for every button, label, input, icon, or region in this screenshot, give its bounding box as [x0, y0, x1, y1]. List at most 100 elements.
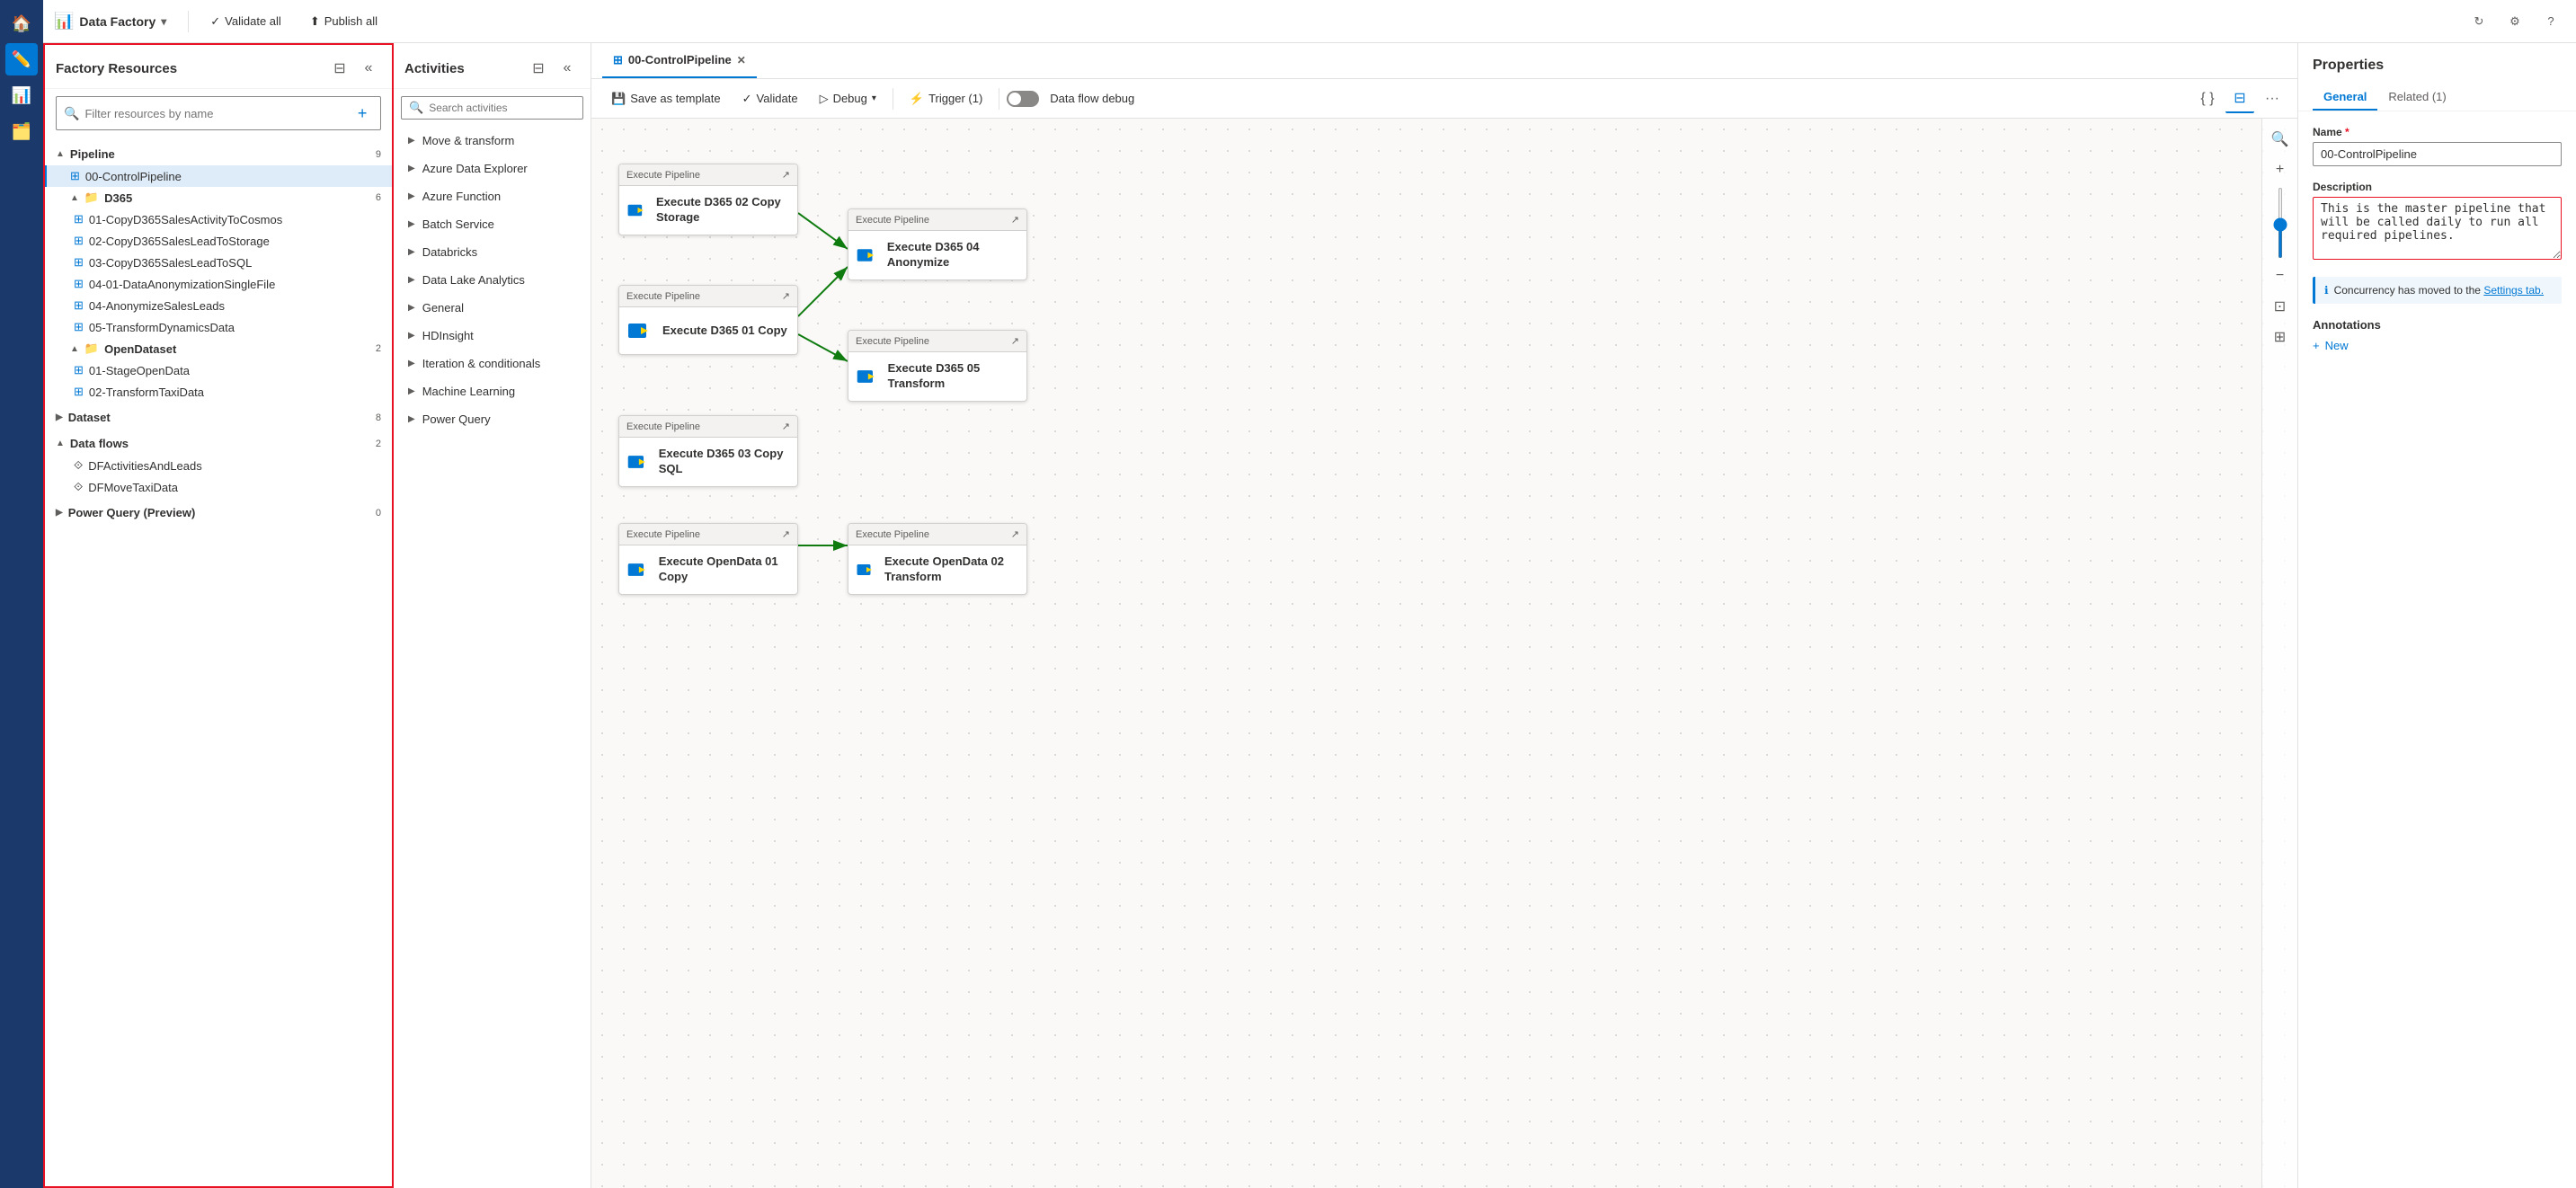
node-label: Execute D365 01 Copy	[662, 324, 787, 339]
pipeline-item-02[interactable]: ⊞ 02-CopyD365SalesLeadToStorage	[63, 230, 392, 252]
validate-all-btn[interactable]: ✓ Validate all	[203, 11, 289, 32]
nav-author[interactable]: ✏️	[5, 43, 38, 75]
d365-folder-header[interactable]: ▲ 📁 D365 6	[45, 187, 392, 208]
dataflow-item-1[interactable]: ⟐ DFActivitiesAndLeads	[63, 455, 392, 476]
node-header-label: Execute Pipeline	[626, 529, 700, 540]
node-exec-d365-01[interactable]: Execute Pipeline ↗ Execute D365 01 Copy	[618, 285, 798, 355]
prop-tab-related[interactable]: Related (1)	[2377, 84, 2456, 111]
name-input[interactable]	[2313, 142, 2562, 166]
help-btn[interactable]: ?	[2536, 7, 2565, 36]
tab-label: 00-ControlPipeline	[628, 53, 732, 66]
validate-label: Validate	[757, 92, 798, 105]
activities-search-input[interactable]	[429, 102, 575, 114]
activity-databricks[interactable]: ▶ Databricks	[394, 238, 591, 266]
data-flow-debug-toggle[interactable]	[1007, 91, 1039, 107]
node-header-label: Execute Pipeline	[856, 336, 929, 347]
collapse-all-btn[interactable]: ⊟	[327, 56, 352, 81]
activities-collapse-btn[interactable]: ⊟	[526, 56, 551, 81]
activity-azure-function[interactable]: ▶ Azure Function	[394, 182, 591, 210]
add-resource-btn[interactable]: +	[351, 101, 373, 126]
external-link-icon[interactable]: ↗	[1011, 335, 1019, 347]
resource-search-input[interactable]	[84, 107, 346, 120]
pipeline-item-05[interactable]: ⊞ 05-TransformDynamicsData	[63, 316, 392, 338]
pipeline-item-04-01[interactable]: ⊞ 04-01-DataAnonymizationSingleFile	[63, 273, 392, 295]
pipeline-tab-control[interactable]: ⊞ 00-ControlPipeline ✕	[602, 43, 757, 78]
activity-ml[interactable]: ▶ Machine Learning	[394, 377, 591, 405]
dataflow-item-2[interactable]: ⟐ DFMoveTaxiData	[63, 476, 392, 498]
tab-close-btn[interactable]: ✕	[737, 54, 746, 66]
node-header: Execute Pipeline ↗	[848, 209, 1026, 231]
node-exec-d365-02[interactable]: Execute Pipeline ↗ Execute D365 02 Copy …	[618, 164, 798, 235]
opendata-folder-header[interactable]: ▲ 📁 OpenDataset 2	[45, 338, 392, 359]
pipeline-item-taxi[interactable]: ⊞ 02-TransformTaxiData	[63, 381, 392, 403]
canvas-view-btn[interactable]: ⊟	[2225, 84, 2254, 113]
trigger-btn[interactable]: ⚡ Trigger (1)	[901, 87, 991, 111]
node-header-label: Execute Pipeline	[856, 529, 929, 540]
activity-batch[interactable]: ▶ Batch Service	[394, 210, 591, 238]
act-chevron: ▶	[408, 414, 415, 424]
execute-pipeline-icon	[626, 196, 649, 225]
publish-all-btn[interactable]: ⬆ Publish all	[303, 11, 385, 32]
annotations-label: Annotations	[2313, 318, 2562, 332]
refresh-btn[interactable]: ↻	[2465, 7, 2493, 36]
powerquery-section-header[interactable]: ▶ Power Query (Preview) 0	[45, 501, 392, 524]
pipeline-item-control[interactable]: ⊞ 00-ControlPipeline	[45, 165, 392, 187]
zoom-slider[interactable]	[2278, 187, 2282, 259]
pipeline-label: 05-TransformDynamicsData	[89, 321, 235, 334]
zoom-in-btn[interactable]: +	[2267, 156, 2294, 183]
pipeline-item-stage[interactable]: ⊞ 01-StageOpenData	[63, 359, 392, 381]
search-canvas-btn[interactable]: 🔍	[2267, 126, 2294, 153]
node-exec-d365-05[interactable]: Execute Pipeline ↗ Execute D365 05 Trans…	[848, 330, 1027, 402]
arrange-btn[interactable]: ⊞	[2267, 324, 2294, 350]
activity-azure-explorer[interactable]: ▶ Azure Data Explorer	[394, 155, 591, 182]
pipeline-section-header[interactable]: ▲ Pipeline 9	[45, 143, 392, 165]
nav-home[interactable]: 🏠	[5, 7, 38, 40]
title-chevron[interactable]: ▾	[161, 15, 166, 28]
debug-chevron[interactable]: ▾	[872, 93, 876, 103]
new-annotation-btn[interactable]: + New	[2313, 339, 2562, 352]
node-exec-opendata-02[interactable]: Execute Pipeline ↗ Execute OpenData 02 T…	[848, 523, 1027, 595]
description-textarea[interactable]: This is the master pipeline that will be…	[2313, 197, 2562, 260]
dataflows-section-header[interactable]: ▲ Data flows 2	[45, 432, 392, 455]
pipeline-item-04[interactable]: ⊞ 04-AnonymizeSalesLeads	[63, 295, 392, 316]
settings-btn[interactable]: ⚙	[2500, 7, 2529, 36]
settings-tab-link[interactable]: Settings tab.	[2483, 284, 2544, 297]
activity-move-transform[interactable]: ▶ Move & transform	[394, 127, 591, 155]
prop-tab-general[interactable]: General	[2313, 84, 2377, 111]
activity-iteration[interactable]: ▶ Iteration & conditionals	[394, 350, 591, 377]
node-exec-d365-04[interactable]: Execute Pipeline ↗ Execute D365 04 Anony…	[848, 208, 1027, 280]
pipeline-item-03[interactable]: ⊞ 03-CopyD365SalesLeadToSQL	[63, 252, 392, 273]
node-label: Execute D365 02 Copy Storage	[656, 195, 790, 226]
validate-btn[interactable]: ✓ Validate	[733, 87, 807, 111]
powerquery-section: ▶ Power Query (Preview) 0	[45, 500, 392, 526]
fit-view-btn[interactable]: ⊡	[2267, 293, 2294, 320]
execute-pipeline-icon	[856, 555, 877, 584]
more-options-btn[interactable]: ···	[2258, 84, 2287, 113]
nav-manage[interactable]: 🗂️	[5, 115, 38, 147]
pipeline-item-01[interactable]: ⊞ 01-CopyD365SalesActivityToCosmos	[63, 208, 392, 230]
external-link-icon[interactable]: ↗	[1011, 528, 1019, 540]
external-link-icon[interactable]: ↗	[782, 421, 790, 432]
zoom-out-btn[interactable]: −	[2267, 262, 2294, 289]
collapse-panel-btn[interactable]: «	[356, 56, 381, 81]
code-view-btn[interactable]: { }	[2193, 84, 2222, 113]
activities-collapse-panel-btn[interactable]: «	[555, 56, 580, 81]
external-link-icon[interactable]: ↗	[782, 290, 790, 302]
dataset-section-header[interactable]: ▶ Dataset 8	[45, 406, 392, 429]
debug-btn[interactable]: ▷ Debug ▾	[811, 87, 885, 111]
execute-pipeline-icon	[856, 241, 880, 270]
activity-powerquery[interactable]: ▶ Power Query	[394, 405, 591, 433]
activity-datalake[interactable]: ▶ Data Lake Analytics	[394, 266, 591, 294]
external-link-icon[interactable]: ↗	[782, 169, 790, 181]
activity-general[interactable]: ▶ General	[394, 294, 591, 322]
save-template-btn[interactable]: 💾 Save as template	[602, 87, 730, 111]
dataflow-icon: ⟐	[74, 480, 83, 494]
node-header: Execute Pipeline ↗	[848, 524, 1026, 545]
activity-hdinsight[interactable]: ▶ HDInsight	[394, 322, 591, 350]
node-exec-opendata-01[interactable]: Execute Pipeline ↗ Execute OpenData 01 C…	[618, 523, 798, 595]
node-exec-d365-03[interactable]: Execute Pipeline ↗ Execute D365 03 Copy …	[618, 415, 798, 487]
pipeline-canvas[interactable]: Execute Pipeline ↗ Execute D365 02 Copy …	[591, 119, 2297, 1188]
nav-monitor[interactable]: 📊	[5, 79, 38, 111]
external-link-icon[interactable]: ↗	[1011, 214, 1019, 226]
external-link-icon[interactable]: ↗	[782, 528, 790, 540]
